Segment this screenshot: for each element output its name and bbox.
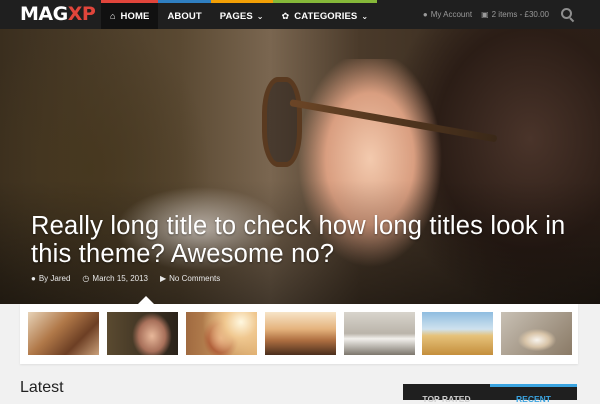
post-date: ◷ March 15, 2013 [82, 274, 148, 283]
user-icon: ● [422, 10, 428, 19]
nav-item-home[interactable]: ⌂ HOME [101, 0, 159, 29]
chevron-down-icon: ⌄ [256, 11, 264, 21]
home-icon: ⌂ [110, 10, 116, 21]
sidebar-tabs: TOP RATED RECENT [403, 384, 577, 404]
post-comments[interactable]: ▶ No Comments [160, 274, 220, 283]
wheat-field-thumbnail[interactable] [422, 312, 493, 355]
leaf-icon: ✿ [281, 10, 290, 21]
post-comments-label: No Comments [169, 274, 221, 283]
hero-post-title[interactable]: Really long title to check how long titl… [31, 212, 571, 268]
site-logo[interactable]: MAGXP [20, 3, 96, 25]
chevron-down-icon: ⌄ [361, 11, 369, 21]
active-slide-pointer [138, 296, 154, 304]
post-date-label: March 15, 2013 [92, 274, 148, 283]
header-utility-links: ● My Account ▣ 2 items - £30.00 [423, 0, 574, 29]
hero-post-meta: ● By Jared ◷ March 15, 2013 ▶ No Comments [31, 274, 220, 283]
user-icon: ● [31, 274, 36, 283]
post-author[interactable]: ● By Jared [31, 274, 70, 283]
logo-text-xp: XP [67, 3, 96, 25]
nav-item-categories[interactable]: ✿ CATEGORIES ⌄ [272, 0, 378, 29]
search-icon[interactable] [561, 8, 574, 21]
pier-sunset-thumbnail[interactable] [265, 312, 336, 355]
tab-top-rated[interactable]: TOP RATED [403, 384, 490, 404]
nav-item-label: ABOUT [167, 10, 202, 22]
post-author-label: By Jared [38, 274, 71, 283]
my-account-label: My Account [430, 10, 473, 19]
my-account-link[interactable]: ● My Account [423, 10, 472, 19]
building-thumbnail[interactable] [28, 312, 99, 355]
cake-plate-thumbnail[interactable] [501, 312, 572, 355]
latest-section-heading: Latest [20, 379, 64, 396]
nav-item-label: HOME [120, 10, 150, 22]
nav-item-pages[interactable]: PAGES ⌄ [210, 0, 273, 29]
tab-recent[interactable]: RECENT [490, 384, 577, 404]
woman-sunlight-thumbnail[interactable] [186, 312, 257, 355]
cart-link[interactable]: ▣ 2 items - £30.00 [481, 10, 549, 19]
comment-icon: ▶ [160, 274, 167, 283]
cart-label: 2 items - £30.00 [491, 10, 549, 19]
slider-thumbnail-strip [20, 304, 578, 364]
logo-text-mag: MAG [20, 3, 68, 25]
featured-post-hero[interactable]: Really long title to check how long titl… [0, 29, 600, 304]
nav-item-label: CATEGORIES [294, 10, 358, 22]
desk-workspace-thumbnail[interactable] [344, 312, 415, 355]
nav-item-about[interactable]: ABOUT [158, 0, 211, 29]
top-navigation-bar: MAGXP ⌂ HOME ABOUT PAGES ⌄ ✿ CATEGORIES … [0, 0, 600, 29]
clock-icon: ◷ [82, 274, 90, 283]
main-menu: ⌂ HOME ABOUT PAGES ⌄ ✿ CATEGORIES ⌄ [101, 0, 378, 29]
woman-glasses-thumbnail[interactable] [107, 312, 178, 355]
nav-item-label: PAGES [219, 10, 253, 22]
cart-icon: ▣ [481, 10, 489, 19]
